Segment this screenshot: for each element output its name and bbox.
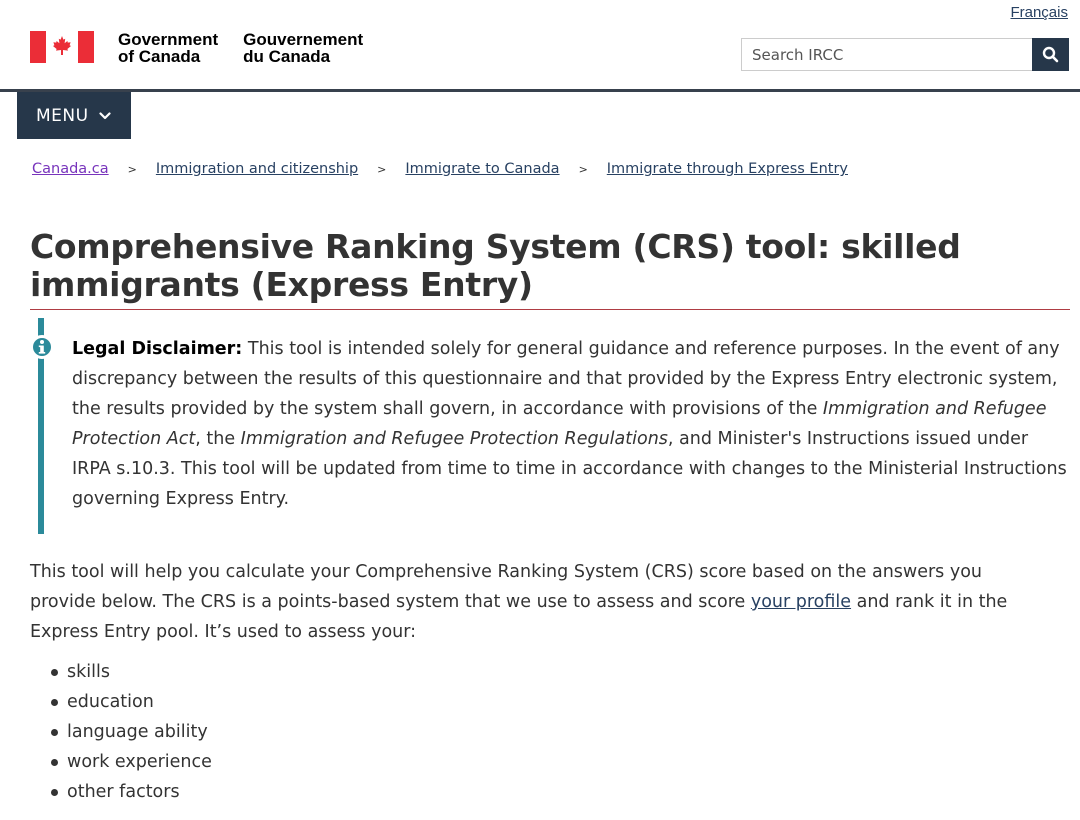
breadcrumb-separator: > [578,162,588,176]
menu-button[interactable]: MENU [17,92,131,139]
list-item: other factors [48,777,212,807]
intro-paragraph: This tool will help you calculate your C… [30,562,1008,642]
government-of-canada-logo[interactable]: Government of Canada Gouvernement du Can… [30,31,363,65]
disclaimer-text: Legal Disclaimer: This tool is intended … [72,339,1067,509]
page-title: Comprehensive Ranking System (CRS) tool:… [30,227,961,304]
title-underline [30,309,1070,310]
canada-flag-icon [30,31,94,63]
language-toggle-link[interactable]: Français [1010,4,1068,21]
breadcrumb-separator: > [127,162,137,176]
search-icon [1042,46,1059,63]
breadcrumb-link-immigration-citizenship[interactable]: Immigration and citizenship [156,161,358,177]
search-input[interactable] [741,38,1032,71]
your-profile-link[interactable]: your profile [751,592,851,612]
breadcrumb: Canada.ca > Immigration and citizenship … [32,161,848,177]
search-button[interactable] [1032,38,1069,71]
breadcrumb-link-canada[interactable]: Canada.ca [32,161,109,177]
header-divider [0,89,1080,92]
search-bar [741,38,1069,71]
list-item: language ability [48,717,212,747]
regulations-title: Immigration and Refugee Protection Regul… [240,429,668,449]
chevron-down-icon [98,111,111,120]
info-icon [30,335,54,359]
breadcrumb-link-express-entry[interactable]: Immigrate through Express Entry [607,161,848,177]
signature-english: Government of Canada [118,30,219,66]
signature-french: Gouvernement du Canada [243,30,364,66]
menu-label: MENU [36,105,89,126]
disclaimer-label: Legal Disclaimer: [72,339,243,359]
assessment-factors-list: skills education language ability work e… [48,657,212,807]
list-item: education [48,687,212,717]
list-item: skills [48,657,212,687]
breadcrumb-link-immigrate-to-canada[interactable]: Immigrate to Canada [405,161,559,177]
list-item: work experience [48,747,212,777]
breadcrumb-separator: > [377,162,387,176]
